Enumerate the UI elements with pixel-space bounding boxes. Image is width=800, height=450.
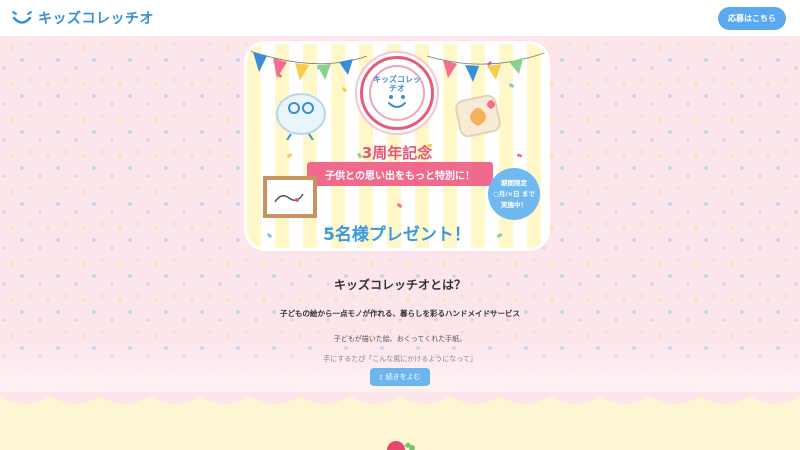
stamp-inner: キッズコレッチオ — [369, 65, 425, 121]
strawberry-character-icon — [387, 441, 415, 450]
hero-banner[interactable]: キッズコレッチオ 3周年記念 子供との思い出をもっと特別に！ 期間限定 ○月/×… — [247, 44, 547, 248]
limited-period-badge: 期間限定 ○月/×日 まで 実施中！ — [488, 168, 540, 220]
smile-face-icon — [12, 11, 32, 24]
framed-drawing-image — [263, 176, 317, 218]
read-more-icon: ▯ — [379, 374, 383, 381]
limited-line-2: ○月/×日 まで — [493, 189, 535, 198]
anniversary-stamp: キッズコレッチオ — [360, 56, 434, 130]
site-header: キッズコレッチオ 応募はこちら — [0, 0, 800, 36]
limited-line-3: 実施中！ — [501, 200, 527, 209]
gift-heading: 5名様プレゼント！ — [323, 225, 471, 245]
read-more-label: 続きをよむ — [385, 374, 421, 381]
heart-pillow-image — [455, 94, 501, 138]
stamp-face-icon — [388, 95, 406, 108]
about-title: キッズコレッチオとは？ — [333, 278, 466, 292]
apply-button[interactable]: 応募はこちら — [718, 6, 786, 30]
site-logo[interactable]: キッズコレッチオ — [10, 8, 154, 28]
about-paragraph-1: 子どもが描いた絵、おくってくれた手紙。 — [333, 335, 467, 343]
read-more-button[interactable]: ▯ 続きをよむ — [370, 368, 430, 386]
hero-ribbon: 子供との思い出をもっと特別に！ — [307, 162, 493, 186]
anniversary-heading: 3周年記念 — [361, 144, 433, 162]
limited-line-1: 期間限定 — [501, 178, 527, 187]
about-lead: 子どもの絵から一点モノが作れる、暮らしを彩るハンドメイドサービス — [280, 309, 520, 318]
scallop-edge — [0, 392, 800, 404]
logo-text: キッズコレッチオ — [38, 11, 154, 27]
about-paragraph-2: 手にするたび「こんな風にかけるようになって」 — [323, 355, 477, 363]
bear-pillow-image — [276, 93, 326, 140]
